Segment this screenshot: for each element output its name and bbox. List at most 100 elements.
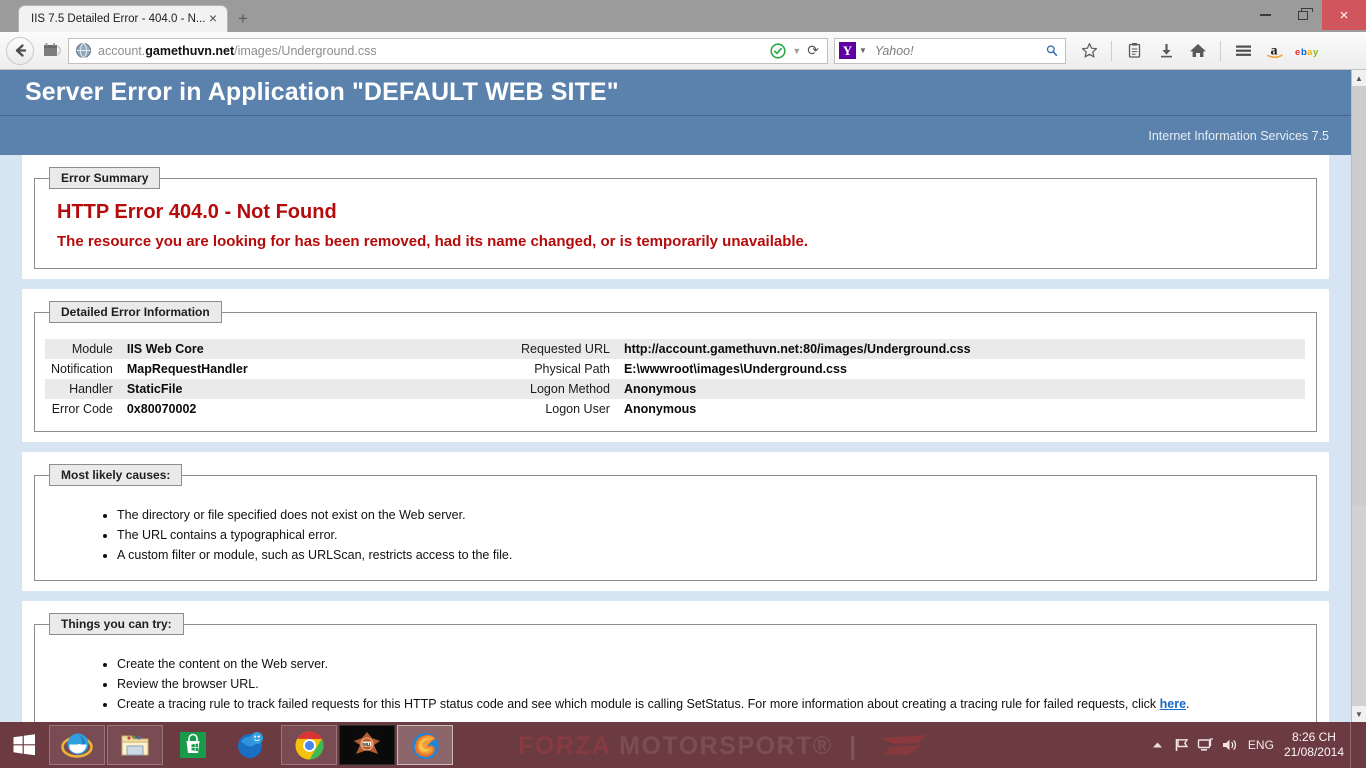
taskbar-store[interactable] [165, 725, 221, 765]
home-icon[interactable] [1183, 37, 1213, 65]
row-label: Module [45, 339, 121, 359]
list-item: The directory or file specified does not… [117, 506, 1306, 526]
svg-text:MU: MU [363, 742, 371, 747]
table-row: Physical Path E:\wwwroot\images\Undergro… [515, 359, 1305, 379]
browser-tab-title: IIS 7.5 Detailed Error - 404.0 - N... [31, 13, 205, 25]
row-value: 0x80070002 [126, 402, 197, 416]
table-row: Logon User Anonymous [515, 399, 1305, 419]
svg-text:e: e [75, 739, 82, 755]
browser-tab[interactable]: IIS 7.5 Detailed Error - 404.0 - N... × [18, 5, 228, 32]
menu-hamburger-icon[interactable] [1228, 37, 1258, 65]
watermark-motorsport: MOTORSPORT® [619, 732, 833, 760]
panel-spacer-3 [0, 591, 1351, 601]
row-value: StaticFile [120, 379, 515, 399]
globe-icon [76, 43, 91, 58]
detailed-error-fieldset: Detailed Error Information Module IIS We… [34, 301, 1317, 432]
list-item: Review the browser URL. [117, 675, 1306, 695]
things-you-can-try-fieldset: Things you can try: Create the content o… [34, 613, 1317, 722]
svg-text:y: y [1313, 47, 1319, 58]
url-domain: gamethuvn.net [145, 43, 235, 58]
address-bar[interactable]: account.gamethuvn.net/images/Underground… [68, 37, 828, 64]
taskbar-maxthon[interactable] [223, 725, 279, 765]
action-center-flag-icon[interactable] [1170, 737, 1194, 753]
most-likely-causes-panel: Most likely causes: The directory or fil… [22, 452, 1329, 591]
row-label: Requested URL [515, 339, 618, 359]
error-description: The resource you are looking for has bee… [57, 233, 809, 250]
taskbar-internet-explorer[interactable]: e [49, 725, 105, 765]
taskbar-firefox[interactable] [397, 725, 453, 765]
error-summary-legend: Error Summary [49, 167, 161, 189]
row-label: Error Code [51, 402, 113, 416]
taskbar-google-chrome[interactable] [281, 725, 337, 765]
network-icon[interactable] [1194, 737, 1218, 753]
list-item: The URL contains a typographical error. [117, 526, 1306, 546]
chevron-down-icon[interactable]: ▼ [792, 46, 801, 56]
show-hidden-icons-button[interactable] [1146, 741, 1170, 749]
window-title-bar: IIS 7.5 Detailed Error - 404.0 - N... × … [0, 0, 1366, 32]
page-icon [43, 43, 61, 56]
store-icon [180, 732, 206, 758]
address-bar-actions: ▼ ⟳ [770, 42, 823, 59]
site-identity-button[interactable] [36, 37, 66, 65]
taskbar-file-explorer[interactable] [107, 725, 163, 765]
toolbar-divider-2 [1220, 40, 1221, 61]
tracing-rule-link[interactable]: here [1160, 697, 1186, 711]
ebay-icon[interactable]: ebay [1292, 37, 1322, 65]
search-input[interactable]: Yahoo! [867, 44, 1046, 58]
search-bar[interactable]: Y ▼ Yahoo! [834, 37, 1066, 64]
secure-check-icon[interactable] [770, 42, 786, 59]
clock[interactable]: 8:26 CH 21/08/2014 [1284, 730, 1350, 760]
scrollbar-thumb[interactable] [1352, 86, 1366, 506]
row-value: MapRequestHandler [126, 362, 248, 376]
language-indicator[interactable]: ENG [1242, 738, 1284, 752]
new-tab-button[interactable]: + [228, 5, 258, 32]
error-title: HTTP Error 404.0 - Not Found [57, 201, 337, 223]
page-scrollbar[interactable]: ▲ ▼ [1351, 70, 1366, 722]
table-row: Handler StaticFile [45, 379, 515, 399]
tab-strip: IIS 7.5 Detailed Error - 404.0 - N... × … [0, 0, 258, 32]
url-prefix: account. [98, 43, 146, 58]
search-engine-chevron-icon[interactable]: ▼ [859, 46, 867, 55]
server-info-band: Internet Information Services 7.5 [0, 116, 1351, 155]
detailed-error-panel: Detailed Error Information Module IIS We… [22, 289, 1329, 442]
url-path: /images/Underground.css [234, 43, 377, 58]
reading-list-icon[interactable] [1119, 37, 1149, 65]
start-button[interactable] [0, 722, 48, 768]
downloads-icon[interactable] [1151, 37, 1181, 65]
row-value: E:\wwwroot\images\Underground.css [623, 362, 847, 376]
reload-icon[interactable]: ⟳ [807, 42, 819, 59]
show-desktop-button[interactable] [1350, 722, 1358, 768]
table-row: Error Code 0x80070002 [45, 399, 515, 419]
table-row: Notification MapRequestHandler [45, 359, 515, 379]
close-window-button[interactable]: × [1322, 0, 1366, 30]
volume-icon[interactable] [1218, 737, 1242, 753]
clock-time: 8:26 CH [1291, 730, 1336, 744]
svg-text:e: e [1295, 47, 1300, 58]
row-label: Physical Path [534, 362, 610, 376]
maxthon-icon [238, 732, 263, 758]
maximize-button[interactable] [1284, 0, 1322, 30]
forza-watermark: FORZA MOTORSPORT® | [518, 732, 934, 761]
amazon-icon[interactable]: a [1260, 37, 1290, 65]
minimize-button[interactable] [1246, 0, 1284, 30]
windows-logo-icon [13, 734, 35, 756]
row-value: http://account.gamethuvn.net:80/images/U… [617, 339, 1305, 359]
table-row: Logon Method Anonymous [515, 379, 1305, 399]
close-tab-icon[interactable]: × [205, 11, 221, 27]
scroll-up-arrow-icon[interactable]: ▲ [1352, 70, 1366, 86]
game-icon: MU [352, 730, 382, 760]
detailed-error-tables: Module IIS Web Core Notification MapRequ… [45, 329, 1306, 419]
tracing-rule-text: Create a tracing rule to track failed re… [117, 697, 1160, 711]
row-value: Anonymous [617, 379, 1305, 399]
yahoo-icon: Y [839, 42, 856, 59]
back-button[interactable] [6, 36, 34, 65]
server-info-label: Internet Information Services 7.5 [1148, 128, 1329, 143]
browser-toolbar-icons: a ebay [1074, 37, 1322, 65]
windows-taskbar: FORZA MOTORSPORT® | e MU ENG 8:26 CH 21/… [0, 722, 1366, 768]
page-header-band: Server Error in Application "DEFAULT WEB… [0, 70, 1351, 116]
bookmark-star-icon[interactable] [1074, 37, 1104, 65]
taskbar-game[interactable]: MU [339, 725, 395, 765]
scroll-down-arrow-icon[interactable]: ▼ [1352, 706, 1366, 722]
search-icon[interactable] [1046, 43, 1061, 58]
most-likely-causes-list: The directory or file specified does not… [117, 506, 1306, 566]
